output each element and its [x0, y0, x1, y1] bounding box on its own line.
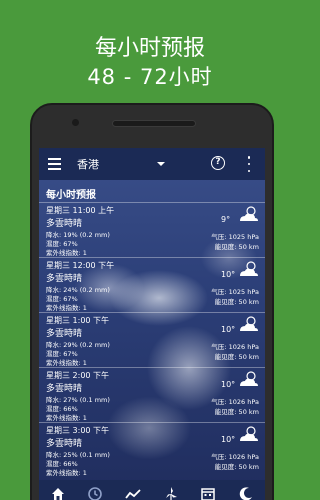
section-title: 每小时预报: [46, 190, 96, 201]
nav-wind[interactable]: [157, 480, 185, 500]
nav-calendar[interactable]: [194, 480, 222, 500]
forecast-row[interactable]: 星期三 2:00 下午 多雲時晴 降水: 27% (0.1 mm) 濕度: 66…: [39, 367, 265, 422]
app-bar: 香港 ?: [39, 148, 265, 180]
forecast-temp: 10°: [221, 380, 236, 389]
forecast-uv: 紫外线指数: 1: [46, 359, 87, 367]
nav-hourly[interactable]: [81, 480, 109, 500]
forecast-visibility: 能见度: 50 km: [214, 243, 259, 251]
forecast-uv: 紫外线指数: 1: [46, 249, 87, 257]
forecast-pressure: 气压: 1026 hPa: [211, 453, 259, 461]
forecast-pressure: 气压: 1025 hPa: [211, 233, 259, 241]
forecast-visibility: 能见度: 50 km: [214, 353, 259, 361]
forecast-pressure: 气压: 1026 hPa: [211, 343, 259, 351]
forecast-condition: 多雲時晴: [46, 384, 83, 394]
partly-cloudy-icon: [240, 206, 258, 221]
forecast-time: 星期三 3:00 下午: [46, 426, 110, 435]
nav-home[interactable]: [44, 480, 72, 500]
forecast-temp: 10°: [221, 270, 236, 279]
promo-subtitle: 48 - 72小时: [87, 65, 213, 89]
forecast-visibility: 能见度: 50 km: [214, 463, 259, 471]
forecast-time: 星期三 12:00 下午: [46, 261, 115, 270]
forecast-visibility: 能见度: 50 km: [214, 408, 259, 416]
moon-icon: [239, 487, 253, 500]
forecast-condition: 多雲時晴: [46, 219, 83, 229]
forecast-temp: 10°: [221, 435, 236, 444]
app-screen: 香港 ? 每小时预报 星期三 11:00 上午 多雲時晴 降水: 19% (0.…: [39, 148, 265, 500]
partly-cloudy-icon: [240, 316, 258, 331]
nav-chart[interactable]: [119, 480, 147, 500]
forecast-visibility: 能见度: 50 km: [214, 298, 259, 306]
chevron-down-icon[interactable]: [157, 162, 165, 166]
bottom-nav: [39, 480, 265, 500]
promo-title: 每小时预报: [94, 36, 205, 61]
forecast-condition: 多雲時晴: [46, 329, 83, 339]
forecast-row[interactable]: 星期三 11:00 上午 多雲時晴 降水: 19% (0.2 mm) 濕度: 6…: [39, 202, 265, 257]
partly-cloudy-icon: [240, 426, 258, 441]
calendar-icon: [201, 488, 216, 500]
forecast-condition: 多雲時晴: [46, 274, 83, 284]
partly-cloudy-icon: [240, 261, 258, 276]
forecast-row[interactable]: 星期三 3:00 下午 多雲時晴 降水: 25% (0.1 mm) 濕度: 66…: [39, 422, 265, 477]
menu-icon[interactable]: [39, 148, 69, 180]
help-icon[interactable]: ?: [211, 156, 225, 170]
wind-icon: [165, 487, 177, 500]
forecast-pressure: 气压: 1025 hPa: [211, 288, 259, 296]
more-icon[interactable]: [243, 156, 255, 172]
speaker-grille: [112, 120, 196, 127]
forecast-condition: 多雲時晴: [46, 439, 83, 449]
location-selector[interactable]: 香港: [77, 156, 157, 172]
forecast-row[interactable]: 星期三 1:00 下午 多雲時晴 降水: 29% (0.2 mm) 濕度: 67…: [39, 312, 265, 367]
forecast-time: 星期三 1:00 下午: [46, 316, 110, 325]
forecast-time: 星期三 2:00 下午: [46, 371, 110, 380]
forecast-list: 星期三 11:00 上午 多雲時晴 降水: 19% (0.2 mm) 濕度: 6…: [39, 202, 265, 477]
forecast-uv: 紫外线指数: 1: [46, 414, 87, 422]
forecast-row[interactable]: 星期三 12:00 下午 多雲時晴 降水: 24% (0.2 mm) 濕度: 6…: [39, 257, 265, 312]
clock-icon: [88, 487, 103, 500]
phone-frame: 香港 ? 每小时预报 星期三 11:00 上午 多雲時晴 降水: 19% (0.…: [30, 103, 274, 500]
forecast-time: 星期三 11:00 上午: [46, 206, 115, 215]
forecast-temp: 10°: [221, 325, 236, 334]
forecast-uv: 紫外线指数: 1: [46, 304, 87, 312]
forecast-temp: 9°: [221, 215, 231, 224]
partly-cloudy-icon: [240, 371, 258, 386]
camera-icon: [72, 119, 79, 126]
chart-icon: [125, 489, 141, 499]
home-icon: [51, 488, 64, 500]
nav-moon[interactable]: [232, 480, 260, 500]
forecast-uv: 紫外线指数: 1: [46, 469, 87, 477]
forecast-pressure: 气压: 1026 hPa: [211, 398, 259, 406]
